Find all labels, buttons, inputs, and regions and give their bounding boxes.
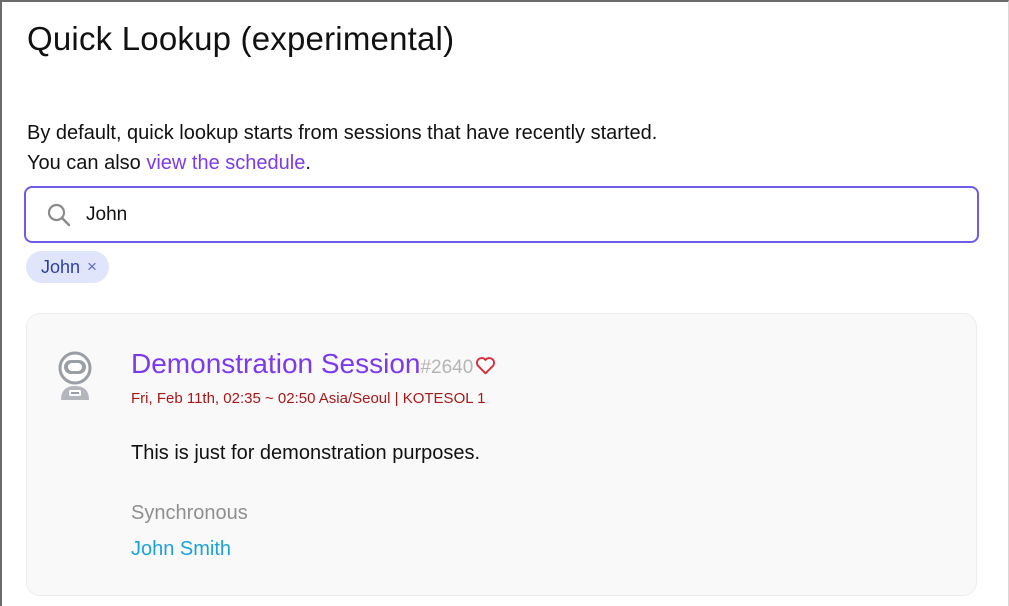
search-icon xyxy=(47,203,71,226)
astronaut-icon xyxy=(58,351,92,400)
page-title: Quick Lookup (experimental) xyxy=(27,20,455,57)
app-frame: Quick Lookup (experimental) By default, … xyxy=(0,0,1009,606)
search-box[interactable] xyxy=(24,186,979,243)
session-meta: Fri, Feb 11th, 02:35 ~ 02:50 Asia/Seoul … xyxy=(131,390,486,407)
intro-line-2-suffix: . xyxy=(305,152,311,174)
session-description: This is just for demonstration purposes. xyxy=(131,442,481,464)
search-input[interactable] xyxy=(86,203,906,226)
intro-line-2-prefix: You can also xyxy=(27,152,147,174)
session-card[interactable]: Demonstration Session #2640 Fri, Feb 11t… xyxy=(26,313,977,596)
session-type: Synchronous xyxy=(131,502,248,524)
intro-text: By default, quick lookup starts from ses… xyxy=(27,118,657,178)
session-title-row: Demonstration Session #2640 xyxy=(131,348,496,380)
session-datetime: Fri, Feb 11th, 02:35 ~ 02:50 Asia/Seoul xyxy=(131,390,391,407)
session-meta-separator: | xyxy=(390,390,403,407)
session-speaker-link[interactable]: John Smith xyxy=(131,538,231,561)
session-venue: KOTESOL 1 xyxy=(402,390,486,407)
session-title[interactable]: Demonstration Session xyxy=(131,348,420,380)
filter-chip-label: John xyxy=(41,256,81,277)
view-schedule-link[interactable]: view the schedule xyxy=(146,152,305,174)
intro-line-1: By default, quick lookup starts from ses… xyxy=(27,122,658,144)
session-number: #2640 xyxy=(420,357,474,378)
remove-filter-icon[interactable]: × xyxy=(87,257,97,277)
heart-outline-icon[interactable] xyxy=(475,356,496,375)
filter-chip-john: John × xyxy=(26,251,109,283)
intro-line-2: You can also view the schedule. xyxy=(27,148,657,178)
